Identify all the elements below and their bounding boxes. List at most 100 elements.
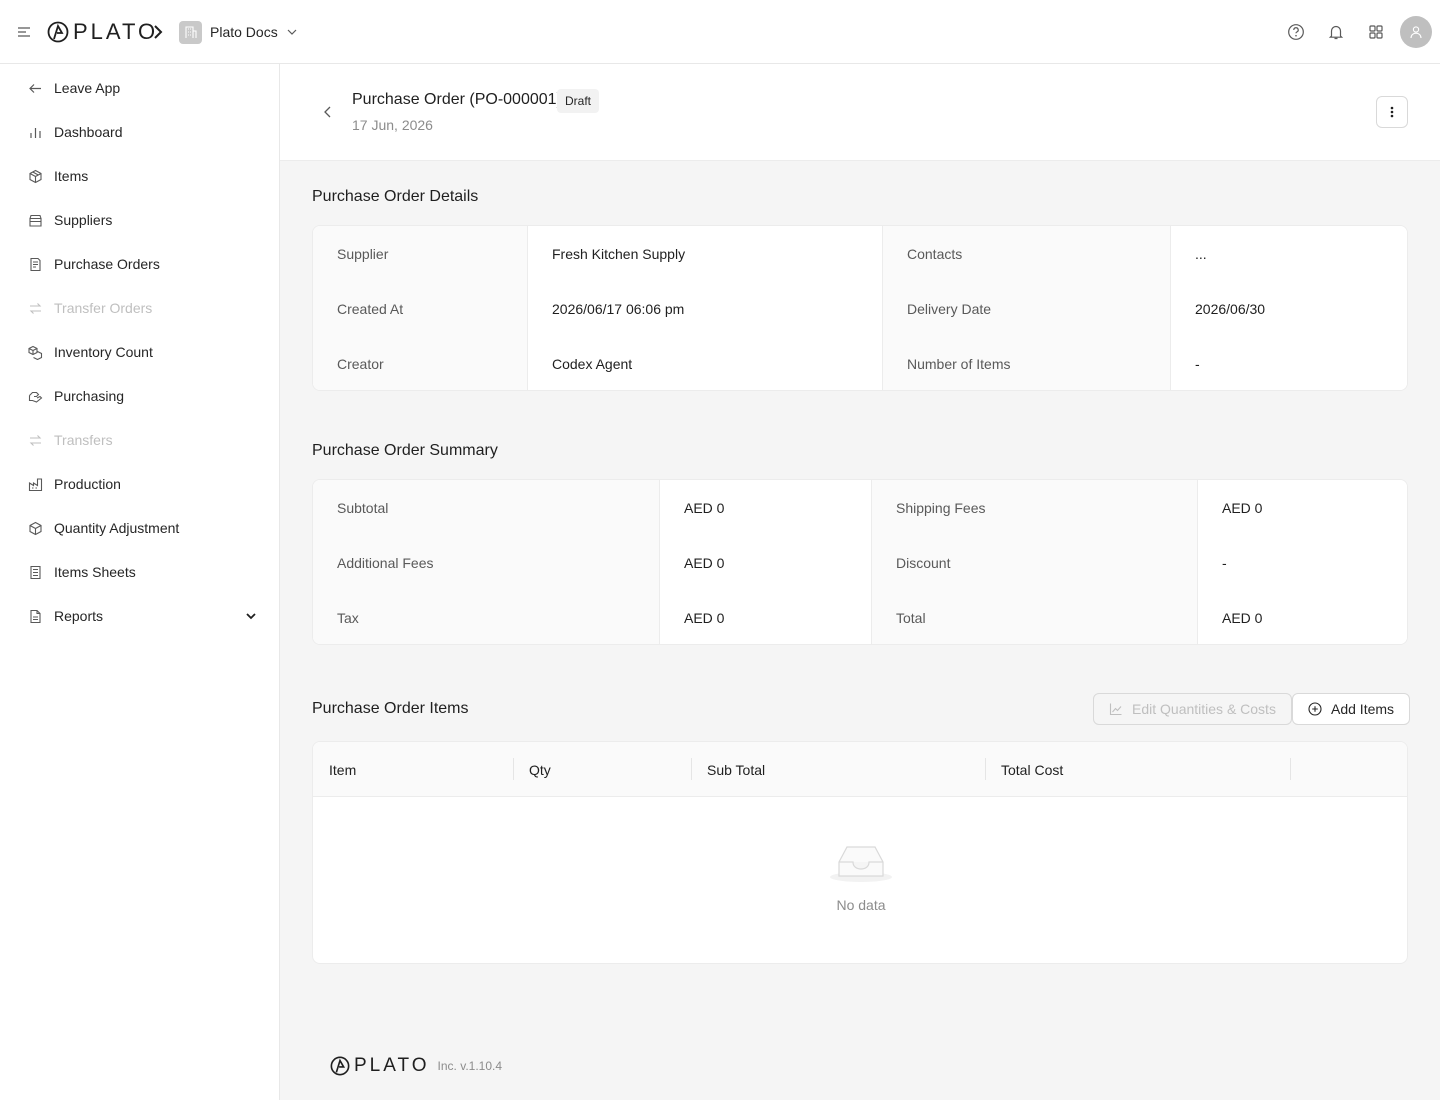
details-label: Created At <box>313 281 527 336</box>
top-bar: PLATO Plato Docs <box>0 0 1440 64</box>
items-section-title: Purchase Order Items <box>312 700 469 717</box>
summary-value: - <box>1197 535 1407 590</box>
line-chart-icon <box>1109 703 1122 716</box>
edit-quantities-label: Edit Quantities & Costs <box>1132 701 1276 717</box>
sidebar-item-production[interactable]: Production <box>0 462 279 506</box>
sidebar: Leave App Dashboard Items Suppliers Purc… <box>0 64 280 1100</box>
summary-value: AED 0 <box>1197 590 1407 644</box>
summary-row: Tax AED 0 Total AED 0 <box>313 590 1407 644</box>
chevron-down-icon <box>287 29 297 35</box>
sidebar-item-items-sheets[interactable]: Items Sheets <box>0 550 279 594</box>
column-header-qty[interactable]: Qty <box>529 742 551 797</box>
sidebar-item-suppliers[interactable]: Suppliers <box>0 198 279 242</box>
summary-value: AED 0 <box>659 480 871 535</box>
column-divider <box>691 758 692 780</box>
details-table: Supplier Fresh Kitchen Supply Contacts .… <box>312 225 1408 391</box>
receipt-icon <box>30 257 41 271</box>
summary-row: Subtotal AED 0 Shipping Fees AED 0 <box>313 480 1407 535</box>
summary-value: AED 0 <box>659 590 871 644</box>
details-label: Creator <box>313 336 527 390</box>
items-table: Item Qty Sub Total Total Cost No data <box>312 741 1408 964</box>
details-section-title: Purchase Order Details <box>312 188 479 205</box>
menu-icon[interactable] <box>16 24 32 40</box>
sidebar-item-inventory-count[interactable]: Inventory Count <box>0 330 279 374</box>
page-title: Purchase Order (PO-000001) <box>352 91 562 108</box>
building-icon <box>184 26 197 38</box>
plato-logo-icon <box>330 1056 350 1076</box>
plato-logo-icon <box>47 21 69 43</box>
main-content: Purchase Order (PO-000001) Draft 17 Jun,… <box>280 64 1440 1100</box>
factory-icon <box>28 477 43 491</box>
column-header-item[interactable]: Item <box>329 742 356 797</box>
workspace-switcher[interactable]: Plato Docs <box>179 20 298 44</box>
details-row: Creator Codex Agent Number of Items - <box>313 336 1407 390</box>
details-label: Contacts <box>882 226 1170 281</box>
workspace-avatar <box>179 20 202 44</box>
column-header-sub-total[interactable]: Sub Total <box>707 742 765 797</box>
details-value: 2026/06/17 06:06 pm <box>527 281 882 336</box>
column-divider <box>513 758 514 780</box>
add-items-button[interactable]: Add Items <box>1292 693 1411 725</box>
sidebar-item-items[interactable]: Items <box>0 154 279 198</box>
page-header: Purchase Order (PO-000001) Draft 17 Jun,… <box>280 64 1440 161</box>
summary-value: AED 0 <box>659 535 871 590</box>
summary-label: Tax <box>313 590 659 644</box>
box-icon <box>29 169 42 183</box>
add-items-label: Add Items <box>1331 701 1395 717</box>
details-value: Codex Agent <box>527 336 882 390</box>
summary-label: Discount <box>871 535 1197 590</box>
empty-state-label: No data <box>836 897 886 913</box>
details-value: Fresh Kitchen Supply <box>527 226 882 281</box>
logo-text: PLATO <box>73 19 159 44</box>
summary-value: AED 0 <box>1197 480 1407 535</box>
summary-label: Shipping Fees <box>871 480 1197 535</box>
summary-section-title: Purchase Order Summary <box>312 442 498 459</box>
sidebar-item-transfers: Transfers <box>0 418 279 462</box>
sidebar-item-purchase-orders[interactable]: Purchase Orders <box>0 242 279 286</box>
sidebar-item-purchasing[interactable]: Purchasing <box>0 374 279 418</box>
sidebar-item-dashboard[interactable]: Dashboard <box>0 110 279 154</box>
column-header-total-cost[interactable]: Total Cost <box>1001 742 1063 797</box>
details-value: ... <box>1170 226 1407 281</box>
edit-quantities-button: Edit Quantities & Costs <box>1093 693 1292 725</box>
logo[interactable]: PLATO <box>47 19 159 44</box>
box-icon <box>29 521 42 535</box>
back-chevron-icon[interactable] <box>320 104 336 120</box>
summary-label: Additional Fees <box>313 535 659 590</box>
details-value: - <box>1170 336 1407 390</box>
status-badge: Draft <box>557 89 600 113</box>
footer-logo-text: PLATO <box>354 1055 430 1076</box>
sidebar-item-reports[interactable]: Reports <box>0 594 279 638</box>
workspace-name: Plato Docs <box>210 24 278 40</box>
more-vertical-icon <box>1390 106 1394 118</box>
more-actions-button[interactable] <box>1376 96 1408 128</box>
sheet-icon <box>30 565 41 579</box>
transfer-icon <box>29 302 42 314</box>
footer-version: Inc. v.1.10.4 <box>437 1059 503 1073</box>
sidebar-item-leave-app[interactable]: Leave App <box>0 66 279 110</box>
items-table-header: Item Qty Sub Total Total Cost <box>313 742 1407 797</box>
empty-inbox-icon <box>830 846 892 882</box>
summary-table: Subtotal AED 0 Shipping Fees AED 0 Addit… <box>312 479 1408 645</box>
transfer-icon <box>29 434 42 446</box>
details-row: Supplier Fresh Kitchen Supply Contacts .… <box>313 226 1407 281</box>
user-icon <box>1410 26 1422 39</box>
details-label: Supplier <box>313 226 527 281</box>
summary-row: Additional Fees AED 0 Discount - <box>313 535 1407 590</box>
column-divider <box>1290 758 1291 780</box>
details-row: Created At 2026/06/17 06:06 pm Delivery … <box>313 281 1407 336</box>
boxes-icon <box>28 345 43 360</box>
details-label: Delivery Date <box>882 281 1170 336</box>
apps-grid-icon[interactable] <box>1367 23 1385 41</box>
user-avatar[interactable] <box>1400 16 1432 48</box>
bell-icon[interactable] <box>1327 23 1345 41</box>
summary-label: Total <box>871 590 1197 644</box>
sidebar-item-quantity-adjustment[interactable]: Quantity Adjustment <box>0 506 279 550</box>
column-divider <box>985 758 986 780</box>
help-icon[interactable] <box>1287 23 1305 41</box>
chevron-right-icon <box>154 25 163 39</box>
empty-state: No data <box>313 842 1407 913</box>
chevron-down-icon <box>246 613 256 620</box>
arrow-left-icon <box>29 83 41 93</box>
purchasing-icon <box>28 391 43 403</box>
